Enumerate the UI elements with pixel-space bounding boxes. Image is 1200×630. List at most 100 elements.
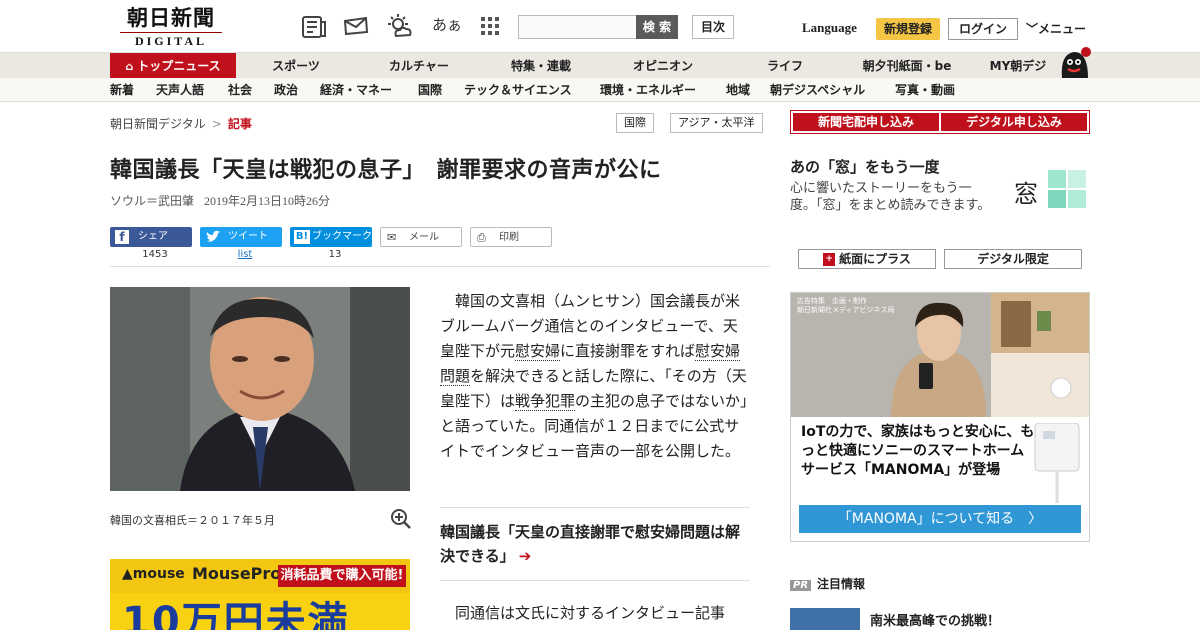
keyword-link[interactable]: 慰安婦 (515, 342, 561, 361)
ad-brand-text: mouse (132, 566, 185, 582)
signup-button[interactable]: 新規登録 (876, 18, 940, 40)
plus-paper-label: 紙面にプラス (839, 252, 911, 266)
weather-icon[interactable] (386, 12, 414, 40)
pr-thumbnail[interactable] (790, 608, 860, 630)
nav-label: トップニュース (137, 59, 221, 73)
hatena-bookmark-button[interactable]: B! ブックマーク (290, 227, 372, 247)
nav2-item-special[interactable]: 朝デジスペシャル (770, 78, 865, 102)
plus-paper-icon: + (823, 253, 836, 266)
hiragana-icon[interactable]: あぁ (432, 14, 462, 35)
article-photo[interactable] (110, 287, 410, 491)
nav-item-life[interactable]: ライフ (760, 53, 810, 79)
device-icon (1034, 423, 1080, 503)
nav2-item-region[interactable]: 地域 (726, 78, 750, 102)
subscribe-home-button[interactable]: 新聞宅配申し込み (793, 113, 939, 131)
breadcrumb-home[interactable]: 朝日新聞デジタル (110, 117, 206, 131)
contents-button[interactable]: 目次 (692, 15, 734, 39)
nav2-item-international[interactable]: 国際 (418, 78, 442, 102)
mail-share-button[interactable]: ✉ メール (380, 227, 462, 247)
ad-brand: ▲mouse (122, 566, 185, 582)
nav-item-paper[interactable]: 朝夕刊紙面・be (858, 53, 956, 79)
photo-caption: 韓国の文喜相氏＝２０１７年５月 (110, 514, 275, 527)
mail-icon: ✉ (387, 231, 397, 244)
digital-only-button[interactable]: デジタル限定 (944, 249, 1082, 269)
nav-item-my-asadigi[interactable]: MY朝デジ (984, 53, 1052, 79)
mado-window-icon (1048, 170, 1086, 208)
twitter-label: ツイート (228, 231, 268, 242)
breadcrumb-separator: > (211, 117, 222, 131)
nav2-item-tech[interactable]: テック＆サイエンス (464, 78, 572, 102)
ad-campaign: 消耗品費で購入可能! (278, 565, 406, 587)
keyword-link[interactable]: 戦争犯罪 (515, 392, 576, 411)
nav2-item-environment[interactable]: 環境・エネルギー (600, 78, 696, 102)
right-advertisement[interactable]: 広告特集 企画・制作 朝日新聞社メディアビジネス局 IoTの力で、家族はもっと安心… (790, 292, 1090, 542)
login-button[interactable]: ログイン (948, 18, 1018, 40)
ad-sponsor-header: 広告特集 企画・制作 朝日新聞社メディアビジネス局 (797, 297, 895, 315)
plus-paper-button[interactable]: + 紙面にプラス (798, 249, 936, 269)
language-link[interactable]: Language (802, 20, 857, 36)
article-body-continued: 同通信は文氏に対するインタビュー記事 (440, 601, 750, 626)
nav2-item-tenseijingo[interactable]: 天声人語 (156, 78, 204, 102)
tag-asia-pacific[interactable]: アジア・太平洋 (670, 113, 763, 133)
search-button[interactable]: 検 索 (636, 15, 678, 39)
breadcrumb-current: 記事 (227, 117, 252, 131)
hatena-count: 13 (328, 249, 342, 260)
byline: ソウル＝武田肇 2019年2月13日10時26分 (110, 192, 330, 209)
mail-label: メール (409, 232, 439, 243)
menu-label: メニュー (1038, 22, 1087, 36)
mado-logo[interactable]: 窓 (1014, 174, 1038, 209)
logo-japanese: 朝日新聞 (127, 5, 215, 30)
pr-badge: PR (790, 580, 812, 591)
twitter-list-link[interactable]: list (204, 249, 286, 260)
pr-item-link[interactable]: 南米最高峰での挑戦！ (870, 610, 1000, 629)
facebook-icon: f (115, 230, 129, 244)
mascot-icon[interactable] (1056, 44, 1092, 78)
nav-item-sports[interactable]: スポーツ (266, 53, 326, 79)
ad-text: IoTの力で、家族はもっと安心に、もっと快適にソニーのスマートホームサービス「M… (801, 424, 1035, 478)
twitter-share-button[interactable]: ツイート (200, 227, 282, 247)
nav2-item-society[interactable]: 社会 (228, 78, 252, 102)
site-logo[interactable]: 朝日新聞 DIGITAL (112, 6, 230, 48)
portrait-illustration (110, 287, 410, 491)
publish-date: 2019年2月13日10時26分 (204, 194, 331, 208)
hatena-icon: B! (294, 230, 310, 244)
print-label: 印刷 (499, 232, 519, 243)
nav-item-opinion[interactable]: オピニオン (626, 53, 700, 79)
grid-menu-icon[interactable] (476, 12, 504, 40)
zoom-in-icon[interactable] (390, 508, 412, 530)
print-button[interactable]: ⎙ 印刷 (470, 227, 552, 247)
nav-item-features[interactable]: 特集・連載 (504, 53, 578, 79)
nav2-item-economy[interactable]: 経済・マネー (320, 78, 392, 102)
author: ソウル＝武田肇 (110, 194, 195, 208)
secondary-nav: 新着 天声人語 社会 政治 経済・マネー 国際 テック＆サイエンス 環境・エネル… (0, 78, 1200, 102)
ad-header-line: 朝日新聞社メディアビジネス局 (797, 306, 895, 314)
ad-headline: 10万円未満 (122, 599, 350, 630)
tag-international[interactable]: 国際 (616, 113, 654, 133)
newspaper-icon[interactable] (300, 12, 328, 40)
left-advertisement[interactable]: ▲mouse MousePro 消耗品費で購入可能! 10万円未満 (110, 559, 410, 630)
breadcrumb: 朝日新聞デジタル > 記事 (110, 115, 252, 132)
mado-title[interactable]: あの「窓」をもう一度 (790, 156, 940, 177)
search-input[interactable] (518, 15, 638, 39)
chevron-down-icon: ﹀ (1026, 22, 1039, 36)
related-article-link[interactable]: 韓国議長「天皇の直接謝罪で慰安婦問題は解決できる」 ➔ (440, 507, 750, 581)
subscribe-digital-button[interactable]: デジタル申し込み (941, 113, 1087, 131)
pr-section-header: PR 注目情報 (790, 575, 865, 592)
nav-item-culture[interactable]: カルチャー (384, 53, 454, 79)
nav-item-top-news[interactable]: ⌂ トップニュース (110, 53, 236, 79)
pr-title: 注目情報 (817, 577, 866, 591)
home-icon: ⌂ (125, 60, 134, 73)
mail-icon[interactable] (342, 12, 370, 40)
ad-cta-button[interactable]: 「MANOMA」について知る 〉 (799, 505, 1081, 533)
article-title: 韓国議長「天皇は戦犯の息子」 謝罪要求の音声が公に (110, 158, 662, 183)
nav2-item-politics[interactable]: 政治 (274, 78, 298, 102)
primary-nav: ⌂ トップニュース スポーツ カルチャー 特集・連載 オピニオン ライフ 朝夕刊紙… (0, 52, 1200, 79)
hatena-label: ブックマーク (312, 231, 372, 242)
nav2-item-photo-video[interactable]: 写真・動画 (895, 78, 955, 102)
nav2-item-latest[interactable]: 新着 (110, 78, 134, 102)
body-text: に直接謝罪をすれば (560, 342, 696, 360)
site-header: 朝日新聞 DIGITAL あぁ 検 索 目次 Language 新規登録 ログイ… (0, 0, 1200, 52)
menu-button[interactable]: ﹀メニュー (1026, 20, 1086, 37)
facebook-share-button[interactable]: f シェア (110, 227, 192, 247)
related-article-title: 韓国議長「天皇の直接謝罪で慰安婦問題は解決できる」 (440, 523, 741, 565)
